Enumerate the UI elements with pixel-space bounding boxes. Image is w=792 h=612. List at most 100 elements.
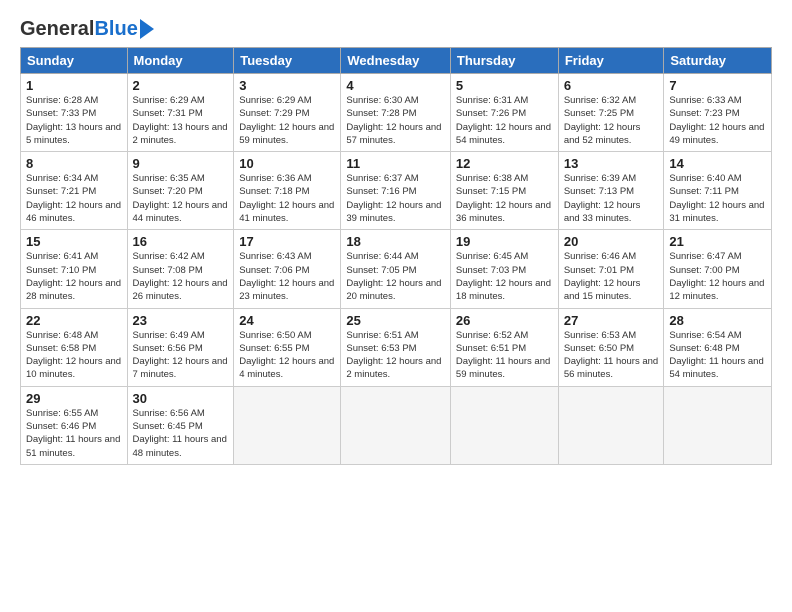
header: General Blue [20,18,772,41]
day-number: 18 [346,234,445,249]
day-number: 9 [133,156,229,171]
day-info: Sunrise: 6:35 AMSunset: 7:20 PMDaylight:… [133,172,229,225]
day-number: 21 [669,234,766,249]
calendar-cell [450,386,558,464]
day-number: 14 [669,156,766,171]
calendar-cell: 2Sunrise: 6:29 AMSunset: 7:31 PMDaylight… [127,74,234,152]
day-number: 2 [133,78,229,93]
week-row-3: 15Sunrise: 6:41 AMSunset: 7:10 PMDayligh… [21,230,772,308]
day-info: Sunrise: 6:29 AMSunset: 7:29 PMDaylight:… [239,94,335,147]
day-number: 30 [133,391,229,406]
day-number: 12 [456,156,553,171]
day-info: Sunrise: 6:42 AMSunset: 7:08 PMDaylight:… [133,250,229,303]
calendar-cell: 17Sunrise: 6:43 AMSunset: 7:06 PMDayligh… [234,230,341,308]
day-number: 11 [346,156,445,171]
day-number: 3 [239,78,335,93]
day-number: 26 [456,313,553,328]
day-number: 23 [133,313,229,328]
day-number: 6 [564,78,659,93]
calendar-cell: 21Sunrise: 6:47 AMSunset: 7:00 PMDayligh… [664,230,772,308]
day-info: Sunrise: 6:31 AMSunset: 7:26 PMDaylight:… [456,94,553,147]
day-info: Sunrise: 6:49 AMSunset: 6:56 PMDaylight:… [133,329,229,382]
day-number: 13 [564,156,659,171]
day-header-tuesday: Tuesday [234,48,341,74]
day-number: 16 [133,234,229,249]
calendar-cell: 23Sunrise: 6:49 AMSunset: 6:56 PMDayligh… [127,308,234,386]
day-info: Sunrise: 6:38 AMSunset: 7:15 PMDaylight:… [456,172,553,225]
calendar-cell: 27Sunrise: 6:53 AMSunset: 6:50 PMDayligh… [558,308,664,386]
week-row-1: 1Sunrise: 6:28 AMSunset: 7:33 PMDaylight… [21,74,772,152]
calendar-cell: 10Sunrise: 6:36 AMSunset: 7:18 PMDayligh… [234,152,341,230]
logo-area: General Blue [20,18,154,41]
day-info: Sunrise: 6:33 AMSunset: 7:23 PMDaylight:… [669,94,766,147]
calendar-cell: 7Sunrise: 6:33 AMSunset: 7:23 PMDaylight… [664,74,772,152]
day-number: 27 [564,313,659,328]
day-info: Sunrise: 6:29 AMSunset: 7:31 PMDaylight:… [133,94,229,147]
day-number: 24 [239,313,335,328]
calendar-cell: 4Sunrise: 6:30 AMSunset: 7:28 PMDaylight… [341,74,451,152]
week-row-4: 22Sunrise: 6:48 AMSunset: 6:58 PMDayligh… [21,308,772,386]
calendar-cell [664,386,772,464]
day-number: 20 [564,234,659,249]
day-number: 7 [669,78,766,93]
calendar-cell: 30Sunrise: 6:56 AMSunset: 6:45 PMDayligh… [127,386,234,464]
day-number: 22 [26,313,122,328]
calendar-cell: 5Sunrise: 6:31 AMSunset: 7:26 PMDaylight… [450,74,558,152]
calendar-cell [234,386,341,464]
day-info: Sunrise: 6:36 AMSunset: 7:18 PMDaylight:… [239,172,335,225]
calendar: SundayMondayTuesdayWednesdayThursdayFrid… [20,47,772,465]
week-row-5: 29Sunrise: 6:55 AMSunset: 6:46 PMDayligh… [21,386,772,464]
calendar-cell: 9Sunrise: 6:35 AMSunset: 7:20 PMDaylight… [127,152,234,230]
calendar-cell: 14Sunrise: 6:40 AMSunset: 7:11 PMDayligh… [664,152,772,230]
day-header-sunday: Sunday [21,48,128,74]
day-info: Sunrise: 6:46 AMSunset: 7:01 PMDaylight:… [564,250,659,303]
day-info: Sunrise: 6:51 AMSunset: 6:53 PMDaylight:… [346,329,445,382]
day-info: Sunrise: 6:40 AMSunset: 7:11 PMDaylight:… [669,172,766,225]
day-info: Sunrise: 6:43 AMSunset: 7:06 PMDaylight:… [239,250,335,303]
calendar-cell: 19Sunrise: 6:45 AMSunset: 7:03 PMDayligh… [450,230,558,308]
day-info: Sunrise: 6:28 AMSunset: 7:33 PMDaylight:… [26,94,122,147]
calendar-cell: 6Sunrise: 6:32 AMSunset: 7:25 PMDaylight… [558,74,664,152]
day-info: Sunrise: 6:47 AMSunset: 7:00 PMDaylight:… [669,250,766,303]
day-info: Sunrise: 6:34 AMSunset: 7:21 PMDaylight:… [26,172,122,225]
day-number: 25 [346,313,445,328]
day-number: 29 [26,391,122,406]
day-info: Sunrise: 6:55 AMSunset: 6:46 PMDaylight:… [26,407,122,460]
calendar-cell: 1Sunrise: 6:28 AMSunset: 7:33 PMDaylight… [21,74,128,152]
day-info: Sunrise: 6:44 AMSunset: 7:05 PMDaylight:… [346,250,445,303]
day-info: Sunrise: 6:53 AMSunset: 6:50 PMDaylight:… [564,329,659,382]
day-info: Sunrise: 6:30 AMSunset: 7:28 PMDaylight:… [346,94,445,147]
calendar-cell: 16Sunrise: 6:42 AMSunset: 7:08 PMDayligh… [127,230,234,308]
calendar-cell: 12Sunrise: 6:38 AMSunset: 7:15 PMDayligh… [450,152,558,230]
calendar-cell: 29Sunrise: 6:55 AMSunset: 6:46 PMDayligh… [21,386,128,464]
calendar-cell: 13Sunrise: 6:39 AMSunset: 7:13 PMDayligh… [558,152,664,230]
day-info: Sunrise: 6:48 AMSunset: 6:58 PMDaylight:… [26,329,122,382]
day-number: 10 [239,156,335,171]
calendar-cell: 24Sunrise: 6:50 AMSunset: 6:55 PMDayligh… [234,308,341,386]
page: General Blue SundayMondayTuesdayWednesda… [0,0,792,475]
day-info: Sunrise: 6:37 AMSunset: 7:16 PMDaylight:… [346,172,445,225]
day-info: Sunrise: 6:54 AMSunset: 6:48 PMDaylight:… [669,329,766,382]
calendar-cell: 3Sunrise: 6:29 AMSunset: 7:29 PMDaylight… [234,74,341,152]
logo-general: General [20,18,94,41]
calendar-cell: 15Sunrise: 6:41 AMSunset: 7:10 PMDayligh… [21,230,128,308]
day-number: 1 [26,78,122,93]
day-header-friday: Friday [558,48,664,74]
calendar-cell: 20Sunrise: 6:46 AMSunset: 7:01 PMDayligh… [558,230,664,308]
day-header-wednesday: Wednesday [341,48,451,74]
calendar-cell: 25Sunrise: 6:51 AMSunset: 6:53 PMDayligh… [341,308,451,386]
calendar-header-row: SundayMondayTuesdayWednesdayThursdayFrid… [21,48,772,74]
calendar-cell [341,386,451,464]
calendar-cell: 18Sunrise: 6:44 AMSunset: 7:05 PMDayligh… [341,230,451,308]
day-info: Sunrise: 6:50 AMSunset: 6:55 PMDaylight:… [239,329,335,382]
logo: General Blue [20,18,154,41]
day-header-monday: Monday [127,48,234,74]
day-info: Sunrise: 6:32 AMSunset: 7:25 PMDaylight:… [564,94,659,147]
calendar-cell: 8Sunrise: 6:34 AMSunset: 7:21 PMDaylight… [21,152,128,230]
day-number: 17 [239,234,335,249]
logo-blue: Blue [94,18,137,41]
day-info: Sunrise: 6:45 AMSunset: 7:03 PMDaylight:… [456,250,553,303]
logo-arrow-icon [140,19,154,39]
day-number: 4 [346,78,445,93]
calendar-cell: 28Sunrise: 6:54 AMSunset: 6:48 PMDayligh… [664,308,772,386]
